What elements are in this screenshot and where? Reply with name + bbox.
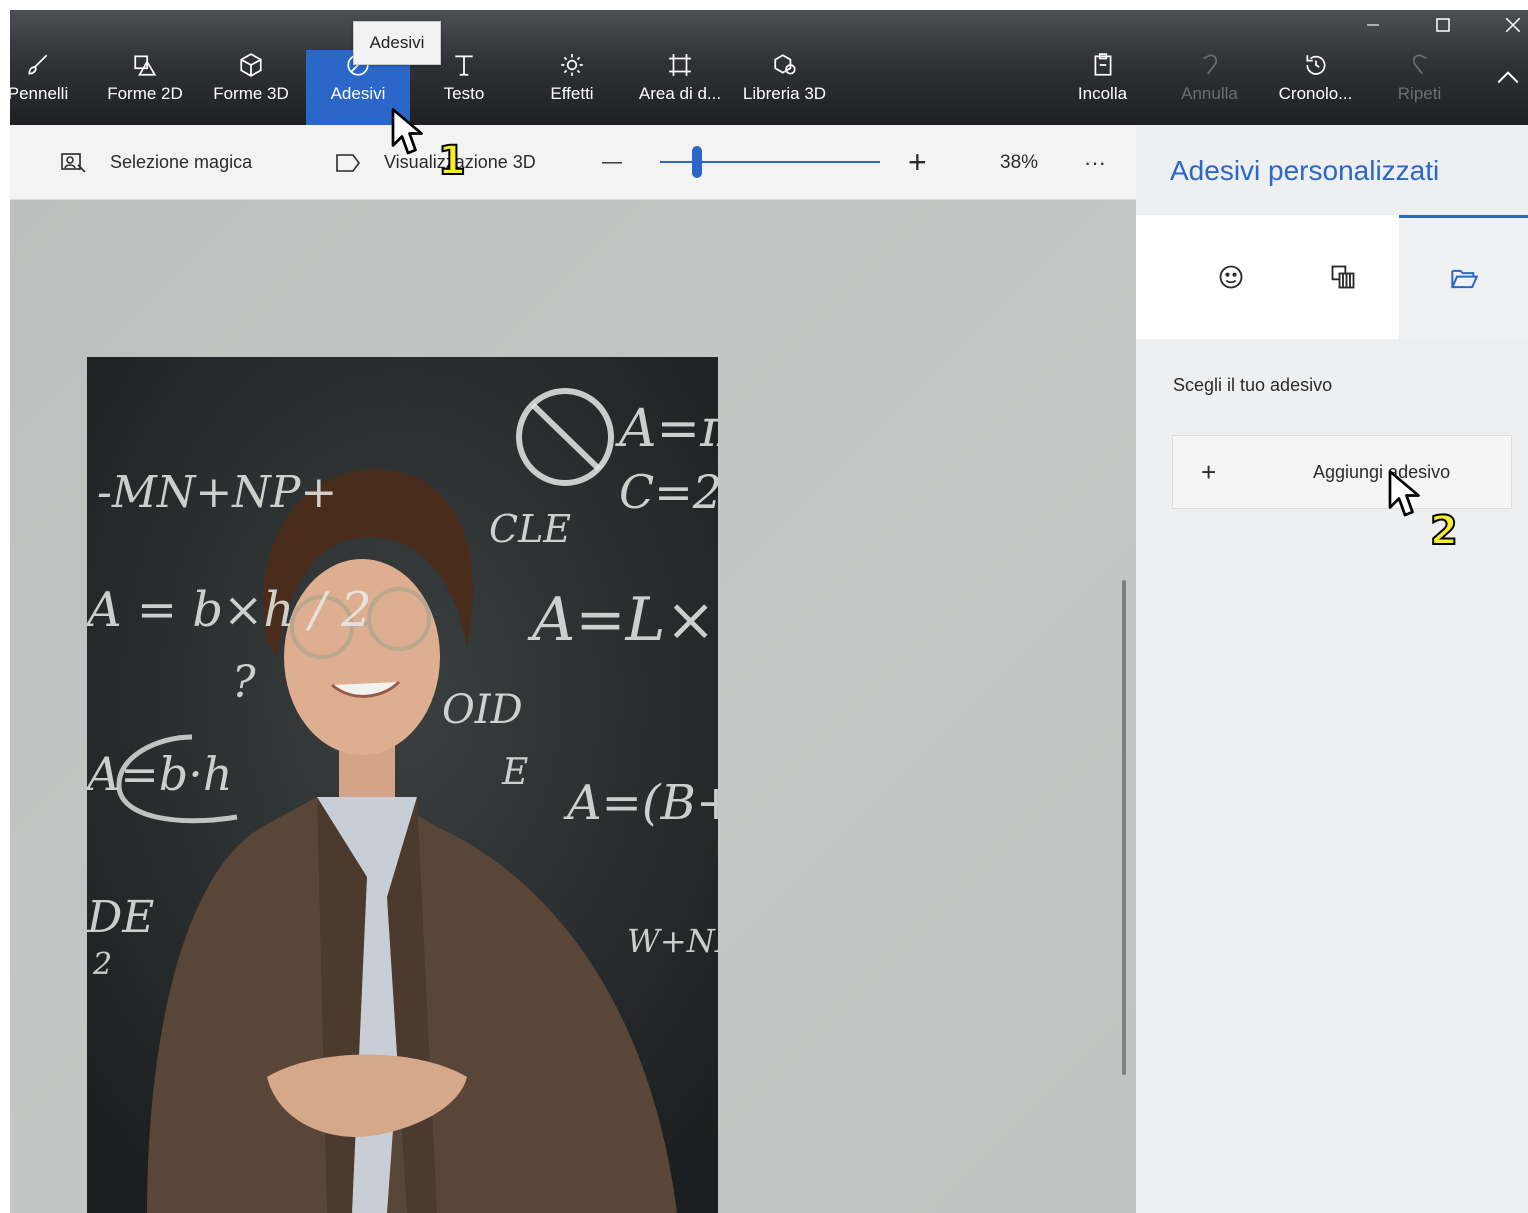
tool-label: Annulla [1181,84,1238,103]
chalk-formula: A=(B+ [567,775,718,831]
tool-label: Testo [443,84,485,103]
top-ribbon: Pennelli Forme 2D Forme 3D Adesivi Testo [10,10,1528,125]
drawing-canvas[interactable]: -MN+NP+ A=π C=2 CLE A = b×h / 2 A=L× ? O… [10,200,1136,1213]
tool-incolla[interactable]: Incolla [1065,50,1140,125]
chalk-formula: A=L× [532,585,716,655]
secondary-toolbar: Selezione magica Visualizzazione 3D — + … [10,125,1136,200]
mouse-pointer-icon [390,106,426,163]
stickers-panel: Adesivi personalizzati Scegli il tuo ade… [1136,125,1528,1213]
view-3d-button[interactable]: Visualizzazione 3D [334,125,536,200]
tool-forme-3d[interactable]: Forme 3D [206,50,296,125]
maximize-icon [1435,17,1451,38]
chalk-formula: C=2 [619,465,718,519]
zoom-out-button[interactable]: — [602,125,622,200]
tool-label: Pennelli [10,84,69,103]
sticker-tabs [1136,215,1528,339]
tool-cronologia[interactable]: Cronolo... [1268,50,1363,125]
tool-libreria-3d[interactable]: Libreria 3D [737,50,832,125]
chalk-formula: E [502,752,529,793]
chalk-formula: OID [442,687,523,733]
sticker-face-icon [1217,263,1245,291]
chalk-formula: A = b×h / 2 [87,582,372,638]
chevron-up-icon [1495,62,1521,92]
tab-custom-stickers[interactable] [1399,215,1528,339]
cube-icon [238,50,264,80]
more-options-button[interactable]: ··· [1084,125,1106,200]
canvas-scrollbar[interactable] [1122,580,1126,1075]
tool-annulla[interactable]: Annulla [1172,50,1247,125]
tool-area-di-disegno[interactable]: Area di d... [630,50,730,125]
canvas-image: -MN+NP+ A=π C=2 CLE A = b×h / 2 A=L× ? O… [87,357,718,1213]
folder-open-icon [1450,267,1478,291]
chalk-formula: W+NP [627,922,718,960]
crop-icon [667,50,693,80]
minimize-button[interactable] [1338,10,1408,44]
tool-label: Incolla [1077,84,1128,103]
chalk-formula: -MN+NP+ [97,467,338,518]
view-3d-icon [334,151,362,175]
magic-select-icon [60,151,88,175]
tool-pennelli[interactable]: Pennelli [10,50,78,125]
minimize-icon [1365,17,1381,38]
paint-3d-window: Pennelli Forme 2D Forme 3D Adesivi Testo [10,10,1528,1213]
tool-label: Ripeti [1397,84,1442,103]
mouse-pointer-icon [1387,468,1423,525]
close-icon [1504,16,1522,39]
paste-icon [1090,50,1116,80]
tool-label: Forme 3D [213,84,289,103]
undo-icon [1197,50,1223,80]
maximize-button[interactable] [1408,10,1478,44]
tool-label: Adesivi [330,84,386,103]
panel-title: Adesivi personalizzati [1170,155,1440,186]
tab-stickers[interactable] [1174,215,1287,339]
step-marker-1: 1 [437,137,467,185]
tool-label: Cronolo... [1278,84,1353,103]
zoom-slider-thumb[interactable] [692,146,703,178]
zoom-level: 38% [1000,151,1039,173]
library-3d-icon [772,50,798,80]
tool-ripeti[interactable]: Ripeti [1382,50,1457,125]
chalk-formula: DE [87,892,155,943]
chalk-formula: A=b·h [87,747,233,801]
tooltip-adesivi: Adesivi [353,21,441,65]
tab-textures[interactable] [1286,215,1399,339]
redo-icon [1407,50,1433,80]
chalk-formula: ? [232,657,256,708]
step-marker-2: 2 [1429,507,1459,555]
text-icon [451,50,477,80]
chalk-formula: 2 [93,947,113,982]
tool-label: Effetti [550,84,594,103]
magic-select-button[interactable]: Selezione magica [60,125,252,200]
plus-icon: + [1201,456,1217,487]
tool-forme-2d[interactable]: Forme 2D [100,50,190,125]
close-button[interactable] [1478,10,1528,44]
choose-sticker-label: Scegli il tuo adesivo [1173,375,1333,395]
tool-label: Area di d... [638,84,722,103]
tool-effetti[interactable]: Effetti [532,50,612,125]
tool-label: Libreria 3D [742,84,827,103]
zoom-in-button[interactable]: + [908,125,927,200]
chalk-formula: A=π [619,399,718,459]
history-icon [1303,50,1329,80]
chalk-formula: CLE [489,507,572,551]
sun-icon [559,50,585,80]
shapes-2d-icon [132,50,158,80]
add-sticker-label: Aggiungi adesivo [1313,461,1451,482]
tool-label: Forme 2D [107,84,183,103]
add-sticker-button[interactable]: + Aggiungi adesivo [1172,435,1512,509]
magic-select-label: Selezione magica [110,152,253,172]
texture-icon [1329,263,1357,291]
brush-icon [25,50,51,80]
